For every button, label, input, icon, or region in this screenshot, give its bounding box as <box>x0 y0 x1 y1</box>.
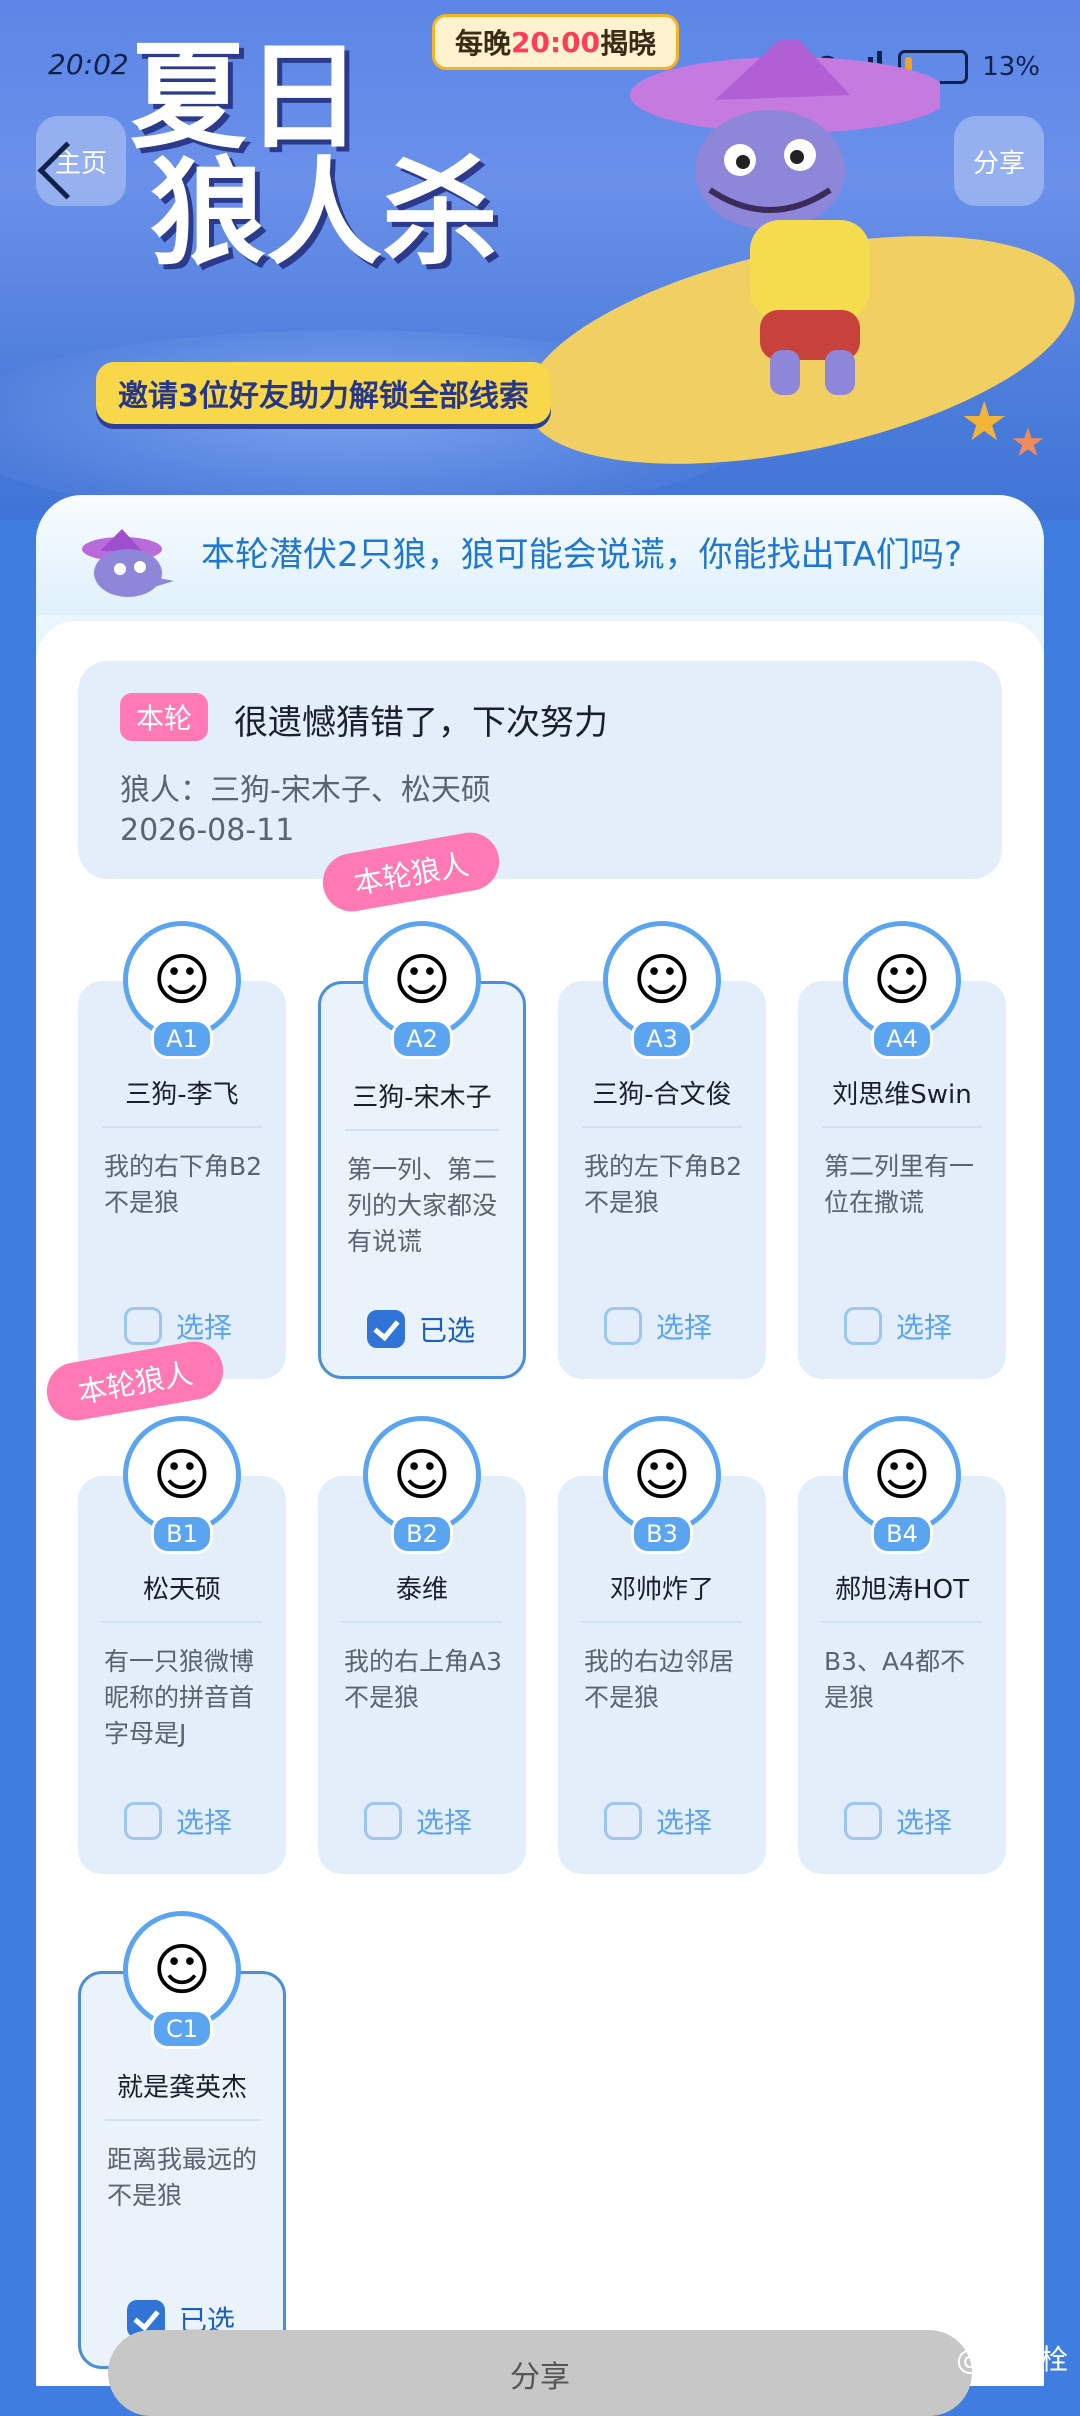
card-divider <box>822 1621 982 1623</box>
select-label: 选择 <box>896 1806 953 1839</box>
player-name: 邓帅炸了 <box>609 1575 714 1605</box>
select-toggle[interactable]: 选择 <box>604 1801 712 1841</box>
select-toggle[interactable]: 已选 <box>367 1309 475 1349</box>
card-divider <box>582 1126 742 1128</box>
checkbox-icon[interactable] <box>844 1802 882 1840</box>
result-title: 很遗憾猜错了，下次努力 <box>234 703 608 743</box>
share-top-button[interactable]: 分享 <box>954 116 1044 206</box>
select-label: 选择 <box>416 1806 473 1839</box>
card-divider <box>582 1621 742 1623</box>
panel-body: 本轮 很遗憾猜错了，下次努力 狼人：三狗-宋木子、松天硕 2026-08-11 … <box>36 621 1044 2386</box>
checkbox-icon[interactable] <box>124 1802 162 1840</box>
player-name: 郝旭涛HOT <box>835 1575 969 1605</box>
player-claim: 我的左下角B2不是狼 <box>584 1152 743 1217</box>
checkbox-checked-icon[interactable] <box>367 1310 405 1348</box>
player-name: 刘思维Swin <box>832 1080 972 1110</box>
round-tag: 本轮 <box>120 693 209 741</box>
seat-badge: C1 <box>151 2009 213 2049</box>
hero-title-line2: 狼人杀 <box>150 146 498 281</box>
checkbox-icon[interactable] <box>604 1307 642 1345</box>
select-toggle[interactable]: 选择 <box>124 1306 232 1346</box>
player-claim: 距离我最远的不是狼 <box>107 2145 258 2210</box>
seat-badge: B4 <box>871 1514 933 1554</box>
card-divider <box>105 2119 259 2121</box>
card-divider <box>102 1621 262 1623</box>
starfish-small-icon: ★ <box>1010 420 1046 466</box>
reveal-time: 20:00 <box>511 25 601 59</box>
wolves-reveal: 狼人：三狗-宋木子、松天硕 <box>120 773 491 808</box>
card-divider <box>102 1126 262 1128</box>
watermark: @霎核栓 <box>955 2343 1068 2376</box>
starfish-icon: ★ <box>960 390 1009 453</box>
invite-banner-text: 邀请3位好友助力解锁全部线索 <box>118 379 529 414</box>
battery-percent: 13% <box>982 52 1040 82</box>
seat-badge: B1 <box>151 1514 213 1554</box>
status-time: 20:02 <box>48 48 129 81</box>
game-panel: 本轮潜伏2只狼，狼可能会说谎，你能找出TA们吗? 本轮 很遗憾猜错了，下次努力 … <box>36 495 1044 2386</box>
checkbox-icon[interactable] <box>604 1802 642 1840</box>
card-divider <box>345 1129 499 1131</box>
player-claim: 我的右边邻居不是狼 <box>584 1647 735 1712</box>
panel-headline: 本轮潜伏2只狼，狼可能会说谎，你能找出TA们吗? <box>201 535 963 575</box>
hero-title-line1: 夏日 <box>130 30 362 165</box>
player-claim: 第二列里有一位在撒谎 <box>824 1152 975 1217</box>
select-toggle[interactable]: 选择 <box>604 1306 712 1346</box>
invite-banner[interactable]: 邀请3位好友助力解锁全部线索 <box>96 362 551 424</box>
player-name: 就是龚英杰 <box>116 2073 247 2103</box>
hero-banner: 20:02 5G 13% 每晚 20:00 揭晓 主页 分享 夏日 狼人杀 ★ … <box>0 0 1080 520</box>
wolf-mascot-icon <box>630 40 940 395</box>
share-top-label: 分享 <box>972 148 1025 179</box>
player-claim: 我的右下角B2不是狼 <box>104 1152 263 1217</box>
select-toggle[interactable]: 选择 <box>364 1801 472 1841</box>
select-label: 选择 <box>176 1806 233 1839</box>
seat-badge: B2 <box>391 1514 453 1554</box>
player-claim: 我的右上角A3不是狼 <box>344 1647 503 1712</box>
player-name: 三狗-宋木子 <box>352 1083 492 1113</box>
player-claim: B3、A4都不是狼 <box>824 1647 966 1712</box>
select-label: 选择 <box>176 1311 233 1344</box>
player-claim: 第一列、第二列的大家都没有说谎 <box>347 1155 498 1256</box>
checkbox-icon[interactable] <box>364 1802 402 1840</box>
share-bottom-button[interactable]: 分享 <box>108 2330 972 2416</box>
select-toggle[interactable]: 选择 <box>844 1306 952 1346</box>
wolf-head-icon <box>82 529 174 597</box>
player-name: 泰维 <box>395 1575 448 1605</box>
select-toggle[interactable]: 选择 <box>844 1801 952 1841</box>
share-bottom-label: 分享 <box>510 2360 570 2395</box>
seat-badge: A1 <box>151 1019 213 1059</box>
player-name: 三狗-合文俊 <box>592 1080 732 1110</box>
player-claim: 有一只狼微博昵称的拼音首字母是J <box>104 1647 255 1748</box>
round-date: 2026-08-11 <box>120 813 295 848</box>
card-divider <box>342 1621 502 1623</box>
select-label: 选择 <box>656 1311 713 1344</box>
seat-badge: A4 <box>871 1019 933 1059</box>
select-label: 选择 <box>656 1806 713 1839</box>
player-name: 松天硕 <box>142 1575 221 1605</box>
seat-badge: B3 <box>631 1514 693 1554</box>
hero-title: 夏日 狼人杀 <box>130 40 498 272</box>
panel-header: 本轮潜伏2只狼，狼可能会说谎，你能找出TA们吗? <box>36 495 1044 615</box>
seat-badge: A3 <box>631 1019 693 1059</box>
player-name: 三狗-李飞 <box>125 1080 239 1110</box>
checkbox-icon[interactable] <box>124 1307 162 1345</box>
card-divider <box>822 1126 982 1128</box>
select-toggle[interactable]: 选择 <box>124 1801 232 1841</box>
result-card: 本轮 很遗憾猜错了，下次努力 狼人：三狗-宋木子、松天硕 2026-08-11 <box>78 661 1002 879</box>
seat-badge: A2 <box>391 1019 453 1059</box>
select-label: 选择 <box>896 1311 953 1344</box>
checkbox-icon[interactable] <box>844 1307 882 1345</box>
select-label: 已选 <box>419 1314 476 1347</box>
